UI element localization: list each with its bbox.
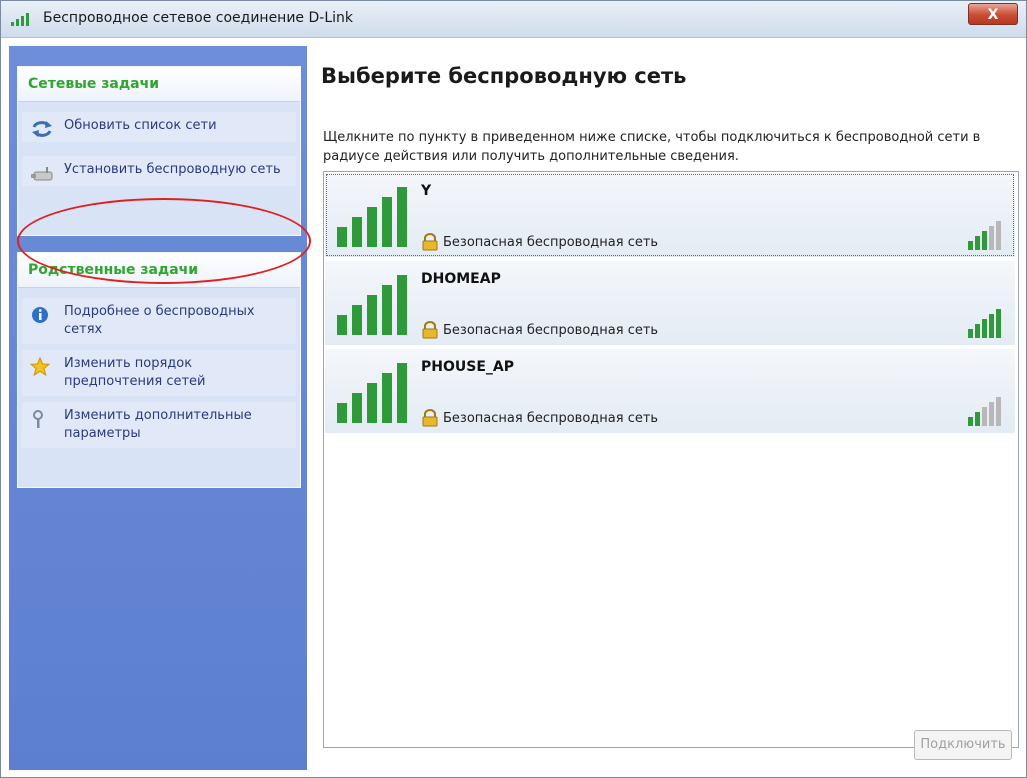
security-status: Безопасная беспроводная сеть — [443, 411, 659, 426]
window-title: Беспроводное сетевое соединение D-Link — [43, 10, 353, 26]
signal-quality-icon — [968, 397, 1001, 426]
connect-button[interactable]: Подключить — [914, 730, 1012, 760]
signal-strength-icon — [337, 363, 407, 423]
lock-icon — [422, 409, 438, 427]
task-label: Изменить порядок предпочтения сетей — [64, 356, 206, 389]
setup-network-icon — [31, 167, 53, 181]
task-label: Обновить список сети — [64, 118, 217, 133]
related-tasks-group: Родственные задачи Подробнее о беспровод… — [17, 252, 301, 488]
learn-about-wireless-link[interactable]: Подробнее о беспроводных сетях — [22, 298, 296, 344]
network-item[interactable]: DHOMEAP Безопасная беспроводная сеть — [325, 261, 1015, 345]
refresh-network-list-link[interactable]: Обновить список сети — [22, 112, 296, 142]
main-content: Выберите беспроводную сеть Щелкните по п… — [315, 46, 1019, 770]
network-ssid: PHOUSE_AP — [421, 359, 514, 375]
network-ssid: DHOMEAP — [421, 271, 501, 287]
security-status: Безопасная беспроводная сеть — [443, 323, 659, 338]
signal-strength-icon — [337, 187, 407, 247]
close-icon: X — [987, 7, 999, 23]
related-tasks-header: Родственные задачи — [18, 253, 300, 288]
change-preferred-order-link[interactable]: Изменить порядок предпочтения сетей — [22, 350, 296, 396]
wireless-signal-icon — [11, 13, 29, 26]
lock-icon — [422, 233, 438, 251]
network-item[interactable]: Y Безопасная беспроводная сеть — [325, 173, 1015, 257]
star-icon — [30, 357, 51, 377]
title-bar[interactable]: Беспроводное сетевое соединение D-Link X — [1, 1, 1026, 38]
network-list[interactable]: Y Безопасная беспроводная сеть DHOMEAP Б… — [323, 171, 1019, 748]
task-label: Изменить дополнительные параметры — [64, 408, 252, 441]
instruction-text: Щелкните по пункту в приведенном ниже сп… — [323, 130, 981, 164]
lock-icon — [422, 321, 438, 339]
refresh-icon — [32, 121, 52, 137]
task-pane: Сетевые задачи Обновить список сети Уста… — [9, 46, 311, 770]
wrench-icon — [33, 410, 43, 428]
network-ssid: Y — [421, 183, 432, 199]
network-tasks-header: Сетевые задачи — [18, 67, 300, 102]
task-label: Подробнее о беспроводных сетях — [64, 304, 255, 337]
page-title: Выберите беспроводную сеть — [321, 64, 687, 88]
signal-strength-icon — [337, 275, 407, 335]
wireless-connection-window: Беспроводное сетевое соединение D-Link X… — [0, 0, 1027, 778]
signal-quality-icon — [968, 309, 1001, 338]
security-status: Безопасная беспроводная сеть — [443, 235, 659, 250]
info-icon — [32, 307, 48, 323]
signal-quality-icon — [968, 221, 1001, 250]
close-button[interactable]: X — [968, 3, 1018, 25]
network-tasks-group: Сетевые задачи Обновить список сети Уста… — [17, 66, 301, 236]
network-item[interactable]: PHOUSE_AP Безопасная беспроводная сеть — [325, 349, 1015, 433]
setup-wireless-network-link[interactable]: Установить беспроводную сеть — [22, 156, 296, 186]
change-advanced-settings-link[interactable]: Изменить дополнительные параметры — [22, 402, 296, 448]
task-label: Установить беспроводную сеть — [64, 162, 281, 177]
